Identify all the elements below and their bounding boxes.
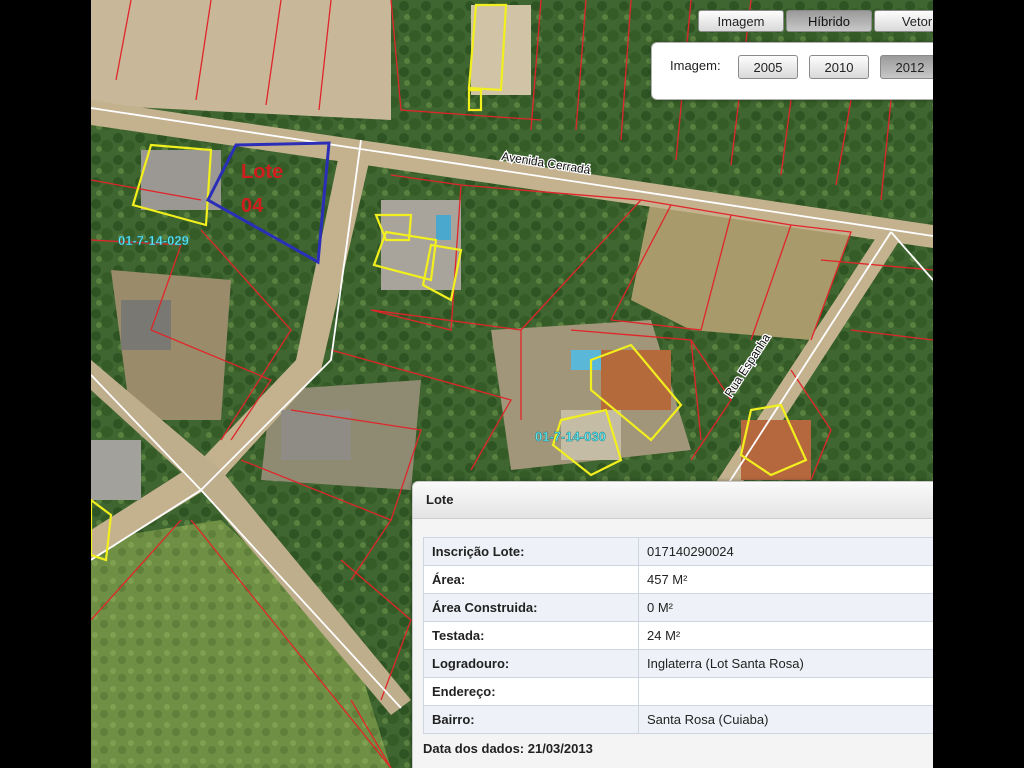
field-label: Área: — [423, 565, 639, 594]
field-value: Santa Rosa (Cuiaba) — [638, 705, 933, 734]
year-2010-button[interactable]: 2010 — [809, 55, 869, 79]
parcel-label: 01-7-14-029 — [118, 233, 189, 248]
field-value: Inglaterra (Lot Santa Rosa) — [638, 649, 933, 678]
lot-info-title: Lote — [413, 482, 933, 519]
table-row: Inscrição Lote: 017140290024 — [423, 537, 933, 566]
lot-info-table: Inscrição Lote: 017140290024 Área: 457 M… — [423, 537, 933, 734]
building — [91, 440, 141, 500]
table-row: Logradouro: Inglaterra (Lot Santa Rosa) — [423, 649, 933, 678]
field-value: 017140290024 — [638, 537, 933, 566]
table-row: Endereço: — [423, 677, 933, 706]
field-value: 457 M² — [638, 565, 933, 594]
field-label: Testada: — [423, 621, 639, 650]
pool — [436, 215, 451, 240]
year-2005-button[interactable]: 2005 — [738, 55, 798, 79]
field-value — [638, 677, 933, 706]
field-label: Bairro: — [423, 705, 639, 734]
selected-lot-label-line2: 04 — [241, 195, 264, 217]
year-selector-panel: Imagem: 2005 2010 2012 — [651, 42, 933, 100]
selected-lot-label-line1: Lote — [241, 161, 283, 183]
field-label: Inscrição Lote: — [423, 537, 639, 566]
parcel-label: 01-7-14-030 — [535, 429, 606, 444]
table-row: Bairro: Santa Rosa (Cuiaba) — [423, 705, 933, 734]
dirt-area — [91, 0, 391, 120]
imagem-button[interactable]: Imagem — [698, 10, 784, 32]
field-value: 0 M² — [638, 593, 933, 622]
table-row: Testada: 24 M² — [423, 621, 933, 650]
field-label: Endereço: — [423, 677, 639, 706]
pool — [571, 350, 601, 370]
field-label: Área Construida: — [423, 593, 639, 622]
year-2012-button[interactable]: 2012 — [880, 55, 933, 79]
hibrido-button[interactable]: Híbrido — [786, 10, 872, 32]
lot-info-panel: Lote Inscrição Lote: 017140290024 Área: … — [412, 481, 933, 768]
table-row: Área Construida: 0 M² — [423, 593, 933, 622]
data-date: Data dos dados: 21/03/2013 — [423, 741, 593, 756]
year-selector-label: Imagem: — [670, 58, 721, 73]
data-date-value: 21/03/2013 — [527, 741, 593, 756]
data-date-label: Data dos dados: — [423, 741, 525, 756]
map-viewport[interactable]: Lote 04 01-7-14-029 01-7-14-030 Avenida … — [91, 0, 933, 768]
building — [121, 300, 171, 350]
field-value: 24 M² — [638, 621, 933, 650]
vetor-button[interactable]: Vetor — [874, 10, 933, 32]
field-label: Logradouro: — [423, 649, 639, 678]
table-row: Área: 457 M² — [423, 565, 933, 594]
